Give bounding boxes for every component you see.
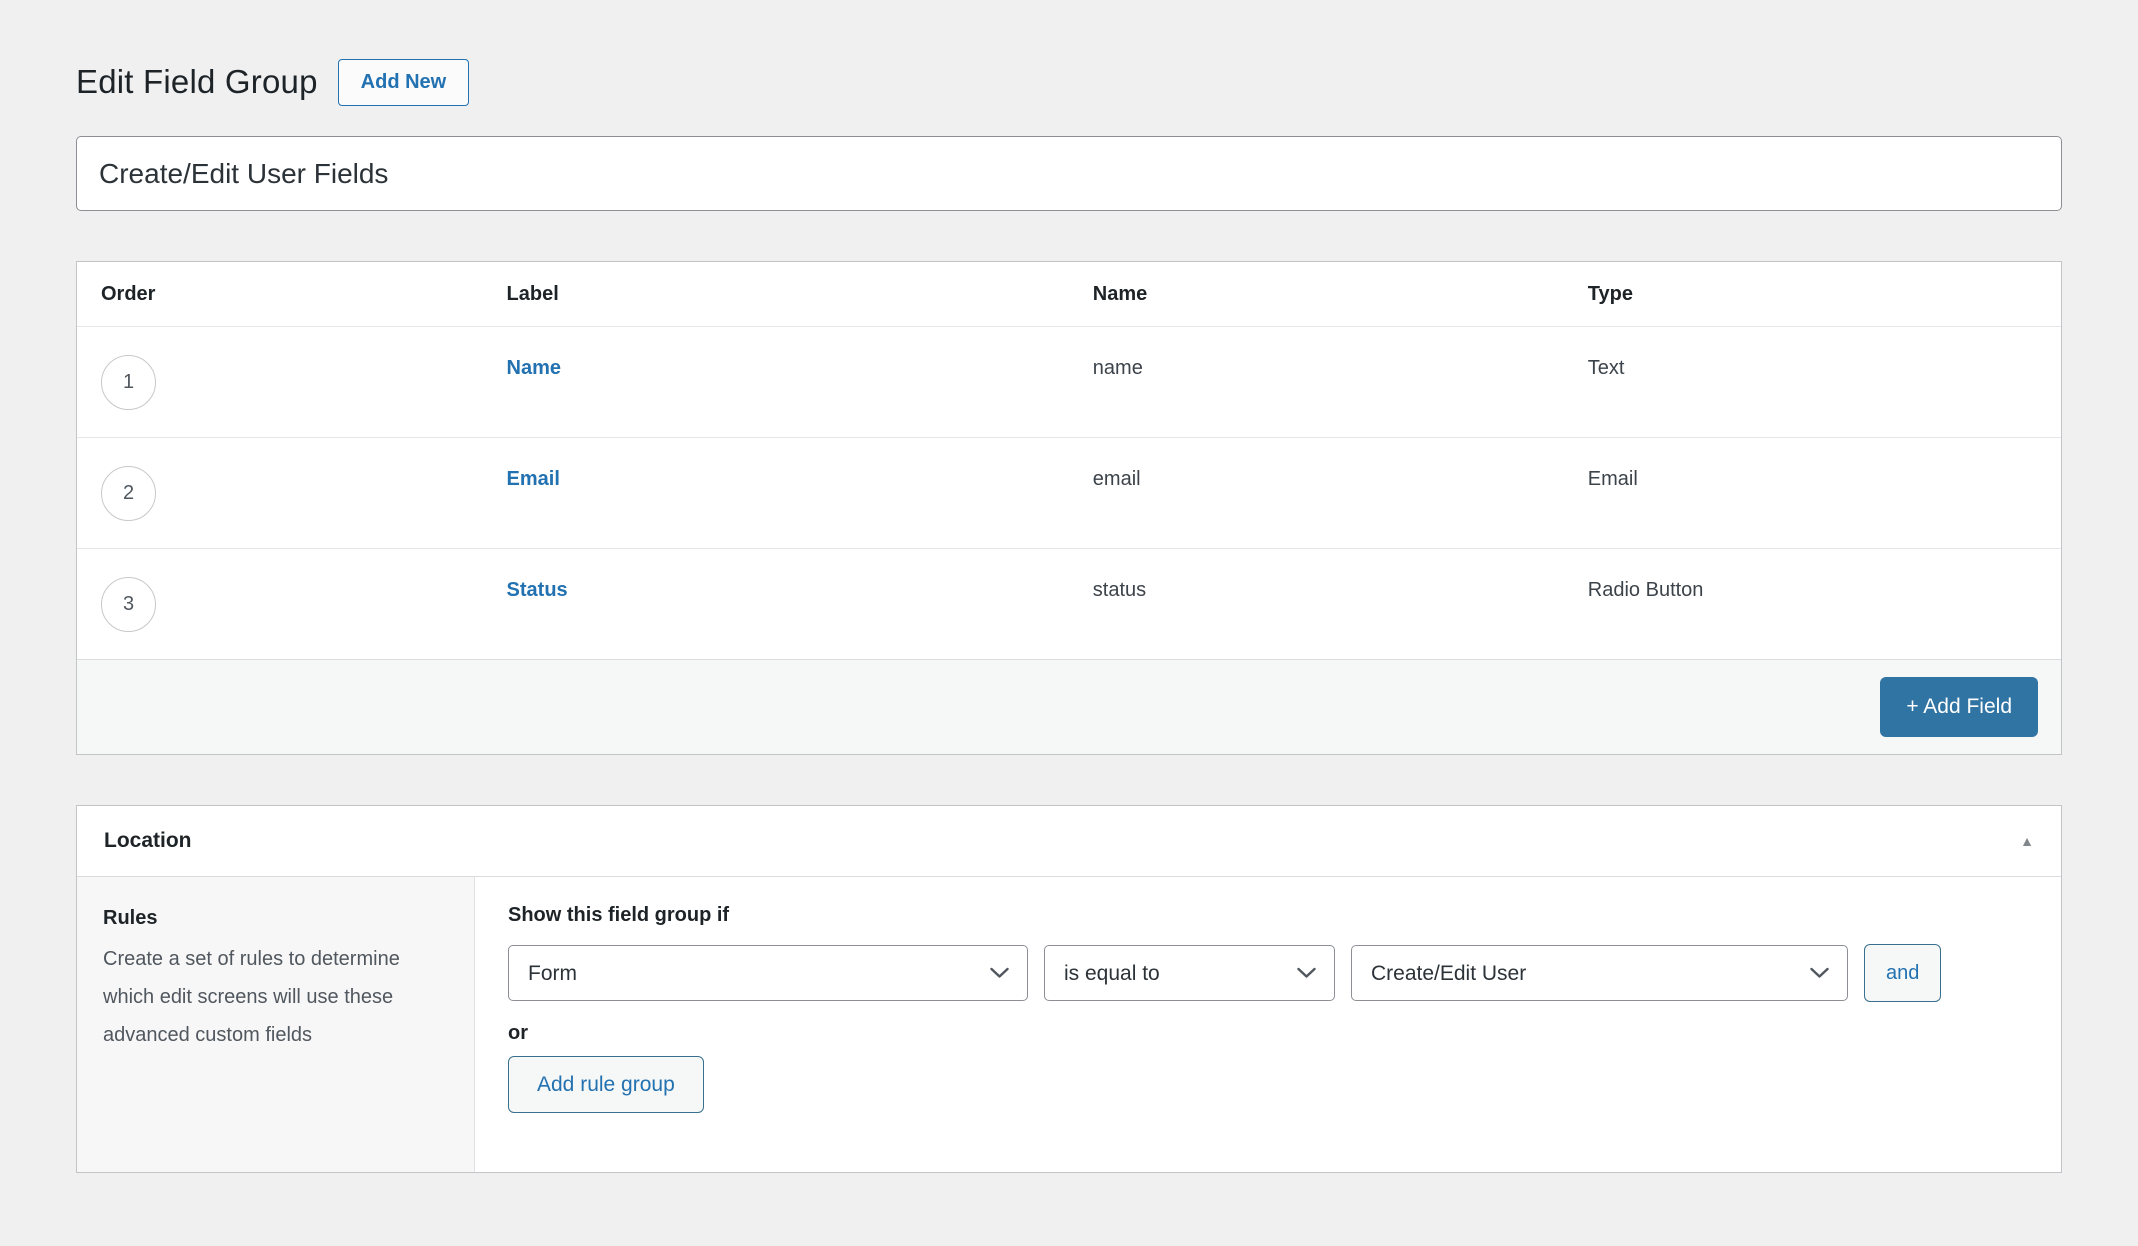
field-type-value: Text — [1588, 327, 2061, 380]
rules-heading: Rules — [103, 907, 448, 930]
or-label: or — [508, 1022, 2061, 1045]
field-row-status: 3 Status status Radio Button — [77, 548, 2061, 659]
field-row-email: 2 Email email Email — [77, 437, 2061, 548]
order-handle[interactable]: 1 — [101, 355, 156, 410]
field-type-value: Radio Button — [1588, 549, 2061, 602]
column-header-type: Type — [1588, 283, 2061, 306]
rule-param-select[interactable]: Form — [508, 945, 1028, 1001]
page-title-row: Edit Field Group Add New — [76, 56, 2062, 108]
order-handle[interactable]: 2 — [101, 466, 156, 521]
field-label-link[interactable]: Status — [507, 579, 568, 601]
field-type-value: Email — [1588, 438, 2061, 491]
add-new-button[interactable]: Add New — [338, 59, 470, 106]
rule-builder: Show this field group if Form is equal t… — [475, 877, 2061, 1172]
location-panel-header: Location ▲ — [77, 806, 2061, 877]
column-header-order: Order — [77, 283, 507, 306]
field-row-name: 1 Name name Text — [77, 326, 2061, 437]
rule-operator-select[interactable]: is equal to — [1044, 945, 1335, 1001]
field-label-link[interactable]: Email — [507, 468, 560, 490]
page-title: Edit Field Group — [76, 63, 318, 101]
add-field-button[interactable]: + Add Field — [1880, 677, 2038, 737]
location-panel: Location ▲ Rules Create a set of rules t… — [76, 805, 2062, 1173]
location-panel-title: Location — [104, 829, 192, 853]
field-name-value: status — [1093, 549, 1588, 602]
column-header-label: Label — [507, 283, 1093, 306]
edit-field-group-page: Edit Field Group Add New Order Label Nam… — [0, 0, 2138, 1173]
rules-sidebar: Rules Create a set of rules to determine… — [77, 877, 475, 1172]
column-header-name: Name — [1093, 283, 1588, 306]
rule-value-select[interactable]: Create/Edit User — [1351, 945, 1848, 1001]
location-panel-body: Rules Create a set of rules to determine… — [77, 877, 2061, 1172]
field-name-value: name — [1093, 327, 1588, 380]
field-group-title-input[interactable] — [76, 136, 2062, 211]
order-handle[interactable]: 3 — [101, 577, 156, 632]
and-rule-button[interactable]: and — [1864, 944, 1941, 1002]
rules-description: Create a set of rules to determine which… — [103, 940, 403, 1054]
rule-row: Form is equal to — [508, 944, 2061, 1002]
field-label-link[interactable]: Name — [507, 357, 561, 379]
collapse-arrow-icon[interactable]: ▲ — [2020, 834, 2034, 848]
field-name-value: email — [1093, 438, 1588, 491]
fields-table-footer: + Add Field — [77, 659, 2061, 754]
fields-table-panel: Order Label Name Type 1 Name name Text 2… — [76, 261, 2062, 755]
add-rule-group-button[interactable]: Add rule group — [508, 1056, 704, 1113]
show-if-label: Show this field group if — [508, 904, 2061, 927]
fields-table-header: Order Label Name Type — [77, 262, 2061, 326]
